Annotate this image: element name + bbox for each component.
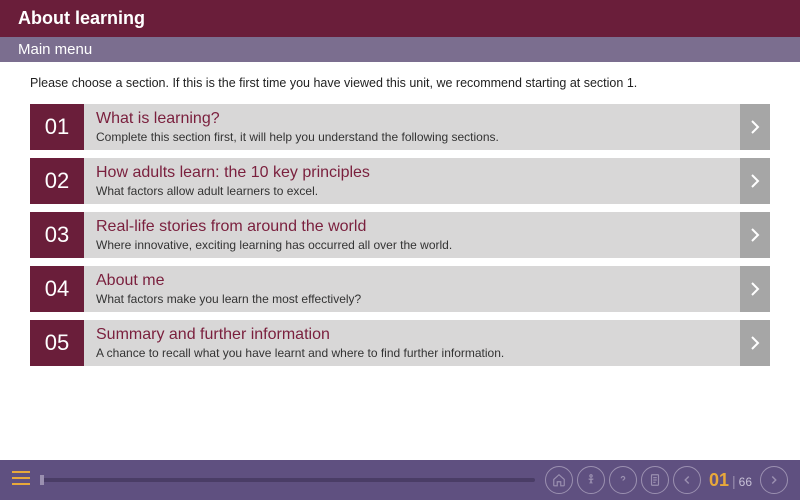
chevron-right-icon (740, 320, 770, 366)
prev-button[interactable] (673, 466, 701, 494)
help-button[interactable] (609, 466, 637, 494)
section-title: What is learning? (96, 110, 728, 128)
section-number: 04 (30, 266, 84, 312)
section-description: What factors allow adult learners to exc… (96, 184, 728, 198)
page-subtitle: Main menu (18, 41, 92, 58)
instruction-text: Please choose a section. If this is the … (30, 76, 770, 90)
section-number: 03 (30, 212, 84, 258)
page-separator: | (732, 473, 736, 489)
accessibility-button[interactable] (577, 466, 605, 494)
section-body: Real-life stories from around the world W… (84, 212, 740, 258)
notes-button[interactable] (641, 466, 669, 494)
current-page: 01 (709, 470, 729, 491)
sections-list: 01 What is learning? Complete this section… (30, 104, 770, 366)
section-description: A chance to recall what you have learnt … (96, 346, 728, 360)
menu-icon[interactable] (12, 471, 30, 490)
section-item-01[interactable]: 01 What is learning? Complete this section… (30, 104, 770, 150)
section-body: About me What factors make you learn the … (84, 266, 740, 312)
section-body: How adults learn: the 10 key principles W… (84, 158, 740, 204)
progress-thumb[interactable] (40, 475, 44, 485)
next-button[interactable] (760, 466, 788, 494)
section-description: Where innovative, exciting learning has … (96, 238, 728, 252)
chevron-right-icon (740, 158, 770, 204)
home-button[interactable] (545, 466, 573, 494)
footer-controls: 01 | 66 (545, 466, 788, 494)
section-item-04[interactable]: 04 About me What factors make you learn th… (30, 266, 770, 312)
chevron-right-icon (740, 212, 770, 258)
chevron-right-icon (740, 104, 770, 150)
progress-bar[interactable] (40, 478, 535, 482)
section-title: Summary and further information (96, 326, 728, 344)
section-title: Real-life stories from around the world (96, 218, 728, 236)
page-subtitle-bar: Main menu (0, 37, 800, 62)
page-title: About learning (18, 8, 145, 28)
footer-bar: 01 | 66 (0, 460, 800, 500)
section-title: About me (96, 272, 728, 290)
section-item-02[interactable]: 02How adults learn: the 10 key principle… (30, 158, 770, 204)
section-body: Summary and further information A chance … (84, 320, 740, 366)
section-item-03[interactable]: 03Real-life stories from around the worl… (30, 212, 770, 258)
section-description: Complete this section first, it will hel… (96, 130, 728, 144)
section-number: 01 (30, 104, 84, 150)
page-title-bar: About learning (0, 0, 800, 37)
section-body: What is learning? Complete this section f… (84, 104, 740, 150)
section-item-05[interactable]: 05 Summary and further information A chanc… (30, 320, 770, 366)
total-pages: 66 (739, 475, 752, 489)
chevron-right-icon (740, 266, 770, 312)
main-content: Please choose a section. If this is the … (0, 62, 800, 388)
page-counter: 01 | 66 (709, 470, 752, 491)
section-title: How adults learn: the 10 key principles (96, 164, 728, 182)
section-number: 02 (30, 158, 84, 204)
section-number: 05 (30, 320, 84, 366)
section-description: What factors make you learn the most eff… (96, 292, 728, 306)
